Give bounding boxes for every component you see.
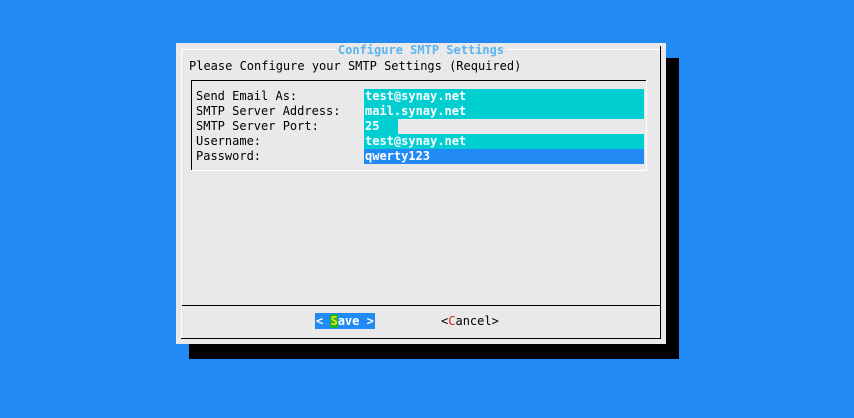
smtp-settings-dialog: Configure SMTP Settings Please Configure… (176, 43, 666, 344)
send-email-as-label: Send Email As: (196, 89, 298, 103)
form-border-left (191, 80, 192, 171)
form-row-password: Password: qwerty123 (196, 149, 644, 164)
form-border-right (646, 80, 647, 171)
cancel-button-close: > (491, 314, 499, 328)
button-bar: < Save > <Cancel> (176, 313, 666, 329)
terminal-screen: Configure SMTP Settings Please Configure… (0, 0, 854, 418)
dialog-border-bottom (181, 338, 661, 339)
smtp-server-port-field[interactable]: 25 (364, 119, 398, 134)
save-button-open: < (316, 314, 331, 328)
username-label: Username: (196, 134, 262, 148)
dialog-prompt: Please Configure your SMTP Settings (Req… (189, 59, 522, 73)
smtp-server-address-label: SMTP Server Address: (196, 104, 341, 118)
smtp-server-address-field[interactable]: mail.synay.net (364, 104, 644, 119)
save-button[interactable]: < Save > (315, 313, 375, 329)
smtp-server-port-label: SMTP Server Port: (196, 119, 319, 133)
dialog-title-text: Configure SMTP Settings (335, 43, 507, 57)
dialog-border-right (660, 46, 661, 306)
form-row-smtp-server-port: SMTP Server Port: 25 (196, 119, 398, 134)
password-field[interactable]: qwerty123 (364, 149, 644, 164)
form-row-username: Username: test@synay.net (196, 134, 644, 149)
form-border-top (191, 80, 647, 81)
form-row-smtp-server-address: SMTP Server Address: mail.synay.net (196, 104, 644, 119)
username-field[interactable]: test@synay.net (364, 134, 644, 149)
form-row-send-email-as: Send Email As: test@synay.net (196, 89, 644, 104)
save-button-hotkey: S (330, 314, 338, 328)
send-email-as-field[interactable]: test@synay.net (364, 89, 644, 104)
save-button-close: > (359, 314, 374, 328)
dialog-title: Configure SMTP Settings (176, 43, 666, 57)
cancel-button[interactable]: <Cancel> (441, 313, 499, 329)
smtp-form: Send Email As: test@synay.net SMTP Serve… (191, 80, 647, 171)
password-label: Password: (196, 149, 262, 163)
save-button-label: ave (337, 314, 360, 328)
cancel-button-label: ancel (455, 314, 492, 328)
button-area-separator (181, 305, 661, 306)
form-border-bottom (191, 170, 647, 171)
dialog-border-left (181, 49, 182, 306)
